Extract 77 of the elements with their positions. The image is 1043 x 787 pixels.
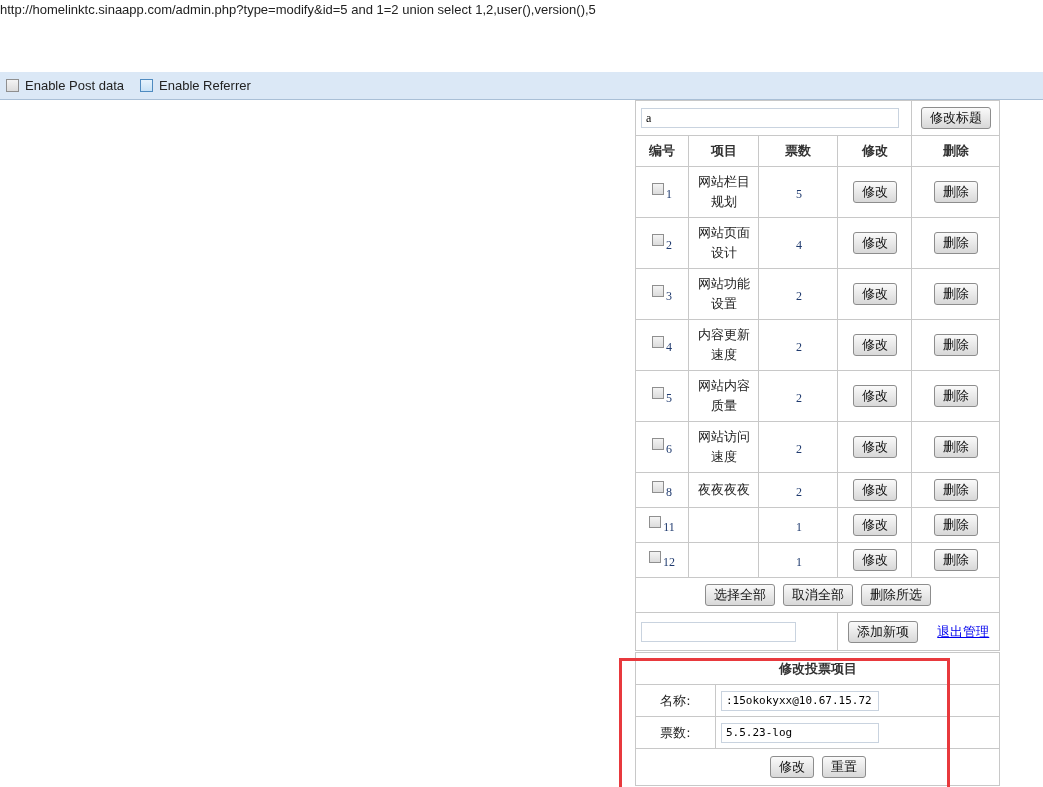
new-item-field[interactable] xyxy=(641,621,796,642)
item-name: 内容更新速度 xyxy=(697,327,750,362)
delete-button[interactable]: 删除 xyxy=(933,283,978,305)
edit-button[interactable]: 修改 xyxy=(852,385,897,407)
url-text: http://homelinktc.sinaapp.com/admin.php?type=modify&id=5 and 1=2 union select 1,2,user(),version(),5 xyxy=(0,2,596,17)
column-header: 修改 xyxy=(861,143,888,158)
checkbox[interactable] xyxy=(140,79,154,92)
delete-button[interactable]: 删除 xyxy=(933,232,978,254)
row-checkbox[interactable] xyxy=(649,550,661,563)
edit-button[interactable]: 修改 xyxy=(852,232,897,254)
row-number: 1 xyxy=(666,186,672,201)
form-title: 修改投票项目 xyxy=(778,660,857,676)
add-item-button[interactable]: 添加新项 xyxy=(847,620,918,643)
field-label: 票数: xyxy=(660,724,691,740)
checkbox-label: Enable Post data xyxy=(25,78,125,93)
edit-button[interactable]: 修改 xyxy=(852,514,897,536)
row-number: 3 xyxy=(666,288,672,303)
vote-count: 4 xyxy=(796,237,802,252)
form-field[interactable]: 5.5.23-log xyxy=(721,722,879,743)
column-header: 编号 xyxy=(649,143,675,158)
row-checkbox[interactable] xyxy=(652,182,664,195)
checkbox-label: Enable Referrer xyxy=(159,78,251,93)
vote-count: 2 xyxy=(796,484,802,499)
row-number: 6 xyxy=(666,441,672,456)
vote-count: 2 xyxy=(796,288,802,303)
item-name: 夜夜夜夜 xyxy=(697,482,750,497)
item-name: 网站功能设置 xyxy=(697,276,750,311)
column-header: 项目 xyxy=(710,143,737,158)
delete-button[interactable]: 删除 xyxy=(933,436,978,458)
vote-count: 5 xyxy=(796,186,802,201)
edit-button[interactable]: 修改 xyxy=(852,436,897,458)
form-button[interactable]: 重置 xyxy=(821,756,866,778)
rename-title-button[interactable]: 修改标题 xyxy=(920,107,991,129)
row-checkbox[interactable] xyxy=(652,233,664,246)
bulk-action-button[interactable]: 取消全部 xyxy=(782,584,853,606)
row-checkbox[interactable] xyxy=(649,515,662,528)
row-number: 5 xyxy=(666,390,672,405)
checkbox[interactable] xyxy=(6,79,19,92)
row-number: 4 xyxy=(666,339,672,354)
vote-count: 1 xyxy=(796,554,802,569)
bulk-action-button[interactable]: 选择全部 xyxy=(704,584,775,606)
row-checkbox[interactable] xyxy=(652,386,664,399)
row-number: 2 xyxy=(666,237,672,252)
row-checkbox[interactable] xyxy=(652,437,664,450)
row-number: 8 xyxy=(666,484,672,499)
delete-button[interactable]: 删除 xyxy=(933,479,978,501)
item-name: 网站内容质量 xyxy=(697,378,750,413)
item-name: 网站访问速度 xyxy=(697,429,750,464)
edit-button[interactable]: 修改 xyxy=(852,549,897,571)
delete-button[interactable]: 删除 xyxy=(933,549,978,571)
delete-button[interactable]: 删除 xyxy=(933,181,978,203)
edit-button[interactable]: 修改 xyxy=(852,283,897,305)
form-button[interactable]: 修改 xyxy=(769,756,814,778)
field-label: 名称: xyxy=(660,692,691,708)
vote-count: 2 xyxy=(796,441,802,456)
bulk-action-button[interactable]: 删除所选 xyxy=(860,584,931,606)
vote-count: 2 xyxy=(796,339,802,354)
logout-link[interactable]: 退出管理 xyxy=(937,622,990,641)
delete-button[interactable]: 删除 xyxy=(933,385,978,407)
vote-count: 2 xyxy=(796,390,802,405)
title-field[interactable]: a xyxy=(641,108,899,128)
edit-button[interactable]: 修改 xyxy=(852,181,897,203)
row-checkbox[interactable] xyxy=(652,284,664,297)
row-checkbox[interactable] xyxy=(652,480,664,493)
item-name: 网站栏目规划 xyxy=(697,174,750,209)
delete-button[interactable]: 删除 xyxy=(933,514,978,536)
item-name: 网站页面设计 xyxy=(697,225,750,260)
edit-button[interactable]: 修改 xyxy=(852,479,897,501)
edit-button[interactable]: 修改 xyxy=(852,334,897,356)
delete-button[interactable]: 删除 xyxy=(933,334,978,356)
vote-count: 1 xyxy=(796,519,802,534)
row-number: 11 xyxy=(663,519,675,534)
row-number: 12 xyxy=(663,554,675,569)
form-field[interactable]: :15okokyxx@10.67.15.72 xyxy=(721,690,879,711)
column-header: 票数 xyxy=(785,143,811,158)
row-checkbox[interactable] xyxy=(652,335,664,348)
column-header: 删除 xyxy=(942,143,969,158)
